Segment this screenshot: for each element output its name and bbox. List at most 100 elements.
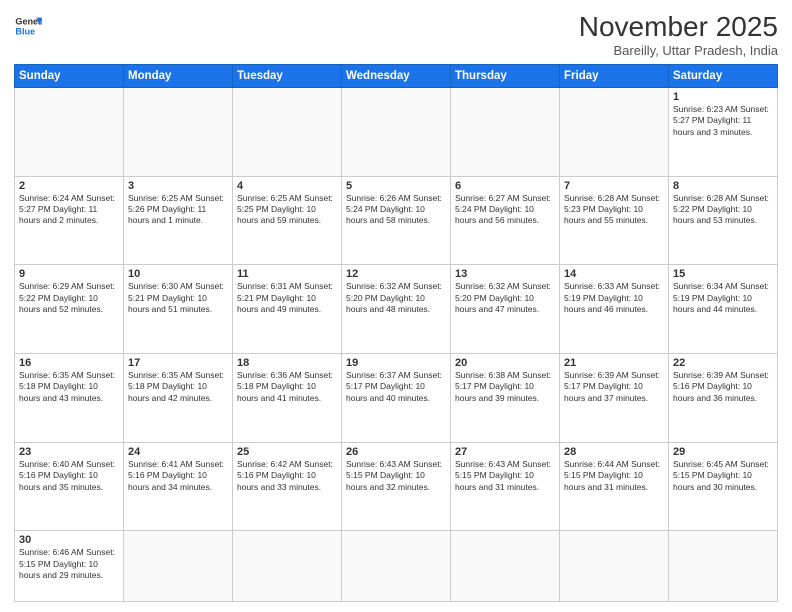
calendar-cell: 8Sunrise: 6:28 AM Sunset: 5:22 PM Daylig… [669, 176, 778, 265]
calendar-cell [124, 87, 233, 176]
weekday-header-wednesday: Wednesday [342, 64, 451, 87]
calendar-cell: 2Sunrise: 6:24 AM Sunset: 5:27 PM Daylig… [15, 176, 124, 265]
day-info: Sunrise: 6:24 AM Sunset: 5:27 PM Dayligh… [19, 193, 119, 227]
day-number: 14 [564, 268, 664, 280]
calendar-cell [124, 531, 233, 602]
page: General Blue November 2025 Bareilly, Utt… [0, 0, 792, 612]
day-number: 5 [346, 180, 446, 192]
month-title: November 2025 [579, 12, 778, 43]
calendar-table: SundayMondayTuesdayWednesdayThursdayFrid… [14, 64, 778, 602]
calendar-cell: 12Sunrise: 6:32 AM Sunset: 5:20 PM Dayli… [342, 265, 451, 354]
calendar-cell: 30Sunrise: 6:46 AM Sunset: 5:15 PM Dayli… [15, 531, 124, 602]
calendar-cell: 7Sunrise: 6:28 AM Sunset: 5:23 PM Daylig… [560, 176, 669, 265]
day-number: 11 [237, 268, 337, 280]
day-info: Sunrise: 6:44 AM Sunset: 5:15 PM Dayligh… [564, 459, 664, 493]
day-info: Sunrise: 6:26 AM Sunset: 5:24 PM Dayligh… [346, 193, 446, 227]
calendar-cell: 18Sunrise: 6:36 AM Sunset: 5:18 PM Dayli… [233, 353, 342, 442]
day-info: Sunrise: 6:41 AM Sunset: 5:16 PM Dayligh… [128, 459, 228, 493]
day-number: 16 [19, 357, 119, 369]
calendar-cell: 11Sunrise: 6:31 AM Sunset: 5:21 PM Dayli… [233, 265, 342, 354]
day-info: Sunrise: 6:38 AM Sunset: 5:17 PM Dayligh… [455, 370, 555, 404]
weekday-header-thursday: Thursday [451, 64, 560, 87]
day-info: Sunrise: 6:46 AM Sunset: 5:15 PM Dayligh… [19, 547, 119, 581]
calendar-cell: 10Sunrise: 6:30 AM Sunset: 5:21 PM Dayli… [124, 265, 233, 354]
calendar-cell: 25Sunrise: 6:42 AM Sunset: 5:16 PM Dayli… [233, 442, 342, 531]
day-number: 18 [237, 357, 337, 369]
calendar-week-row: 1Sunrise: 6:23 AM Sunset: 5:27 PM Daylig… [15, 87, 778, 176]
day-number: 3 [128, 180, 228, 192]
day-info: Sunrise: 6:40 AM Sunset: 5:16 PM Dayligh… [19, 459, 119, 493]
calendar-cell: 9Sunrise: 6:29 AM Sunset: 5:22 PM Daylig… [15, 265, 124, 354]
calendar-cell [342, 87, 451, 176]
day-number: 8 [673, 180, 773, 192]
calendar-cell [233, 531, 342, 602]
location-subtitle: Bareilly, Uttar Pradesh, India [579, 43, 778, 58]
day-number: 15 [673, 268, 773, 280]
day-number: 2 [19, 180, 119, 192]
calendar-cell: 23Sunrise: 6:40 AM Sunset: 5:16 PM Dayli… [15, 442, 124, 531]
day-number: 7 [564, 180, 664, 192]
svg-text:Blue: Blue [15, 26, 35, 36]
day-number: 23 [19, 446, 119, 458]
day-number: 21 [564, 357, 664, 369]
calendar-cell: 19Sunrise: 6:37 AM Sunset: 5:17 PM Dayli… [342, 353, 451, 442]
day-info: Sunrise: 6:39 AM Sunset: 5:16 PM Dayligh… [673, 370, 773, 404]
day-info: Sunrise: 6:28 AM Sunset: 5:23 PM Dayligh… [564, 193, 664, 227]
day-number: 26 [346, 446, 446, 458]
calendar-week-row: 16Sunrise: 6:35 AM Sunset: 5:18 PM Dayli… [15, 353, 778, 442]
weekday-header-saturday: Saturday [669, 64, 778, 87]
calendar-cell [15, 87, 124, 176]
day-number: 17 [128, 357, 228, 369]
calendar-week-row: 2Sunrise: 6:24 AM Sunset: 5:27 PM Daylig… [15, 176, 778, 265]
day-info: Sunrise: 6:27 AM Sunset: 5:24 PM Dayligh… [455, 193, 555, 227]
calendar-cell: 5Sunrise: 6:26 AM Sunset: 5:24 PM Daylig… [342, 176, 451, 265]
calendar-cell: 26Sunrise: 6:43 AM Sunset: 5:15 PM Dayli… [342, 442, 451, 531]
day-info: Sunrise: 6:31 AM Sunset: 5:21 PM Dayligh… [237, 281, 337, 315]
calendar-cell [233, 87, 342, 176]
day-info: Sunrise: 6:32 AM Sunset: 5:20 PM Dayligh… [346, 281, 446, 315]
calendar-week-row: 23Sunrise: 6:40 AM Sunset: 5:16 PM Dayli… [15, 442, 778, 531]
day-info: Sunrise: 6:36 AM Sunset: 5:18 PM Dayligh… [237, 370, 337, 404]
day-info: Sunrise: 6:45 AM Sunset: 5:15 PM Dayligh… [673, 459, 773, 493]
calendar-cell: 4Sunrise: 6:25 AM Sunset: 5:25 PM Daylig… [233, 176, 342, 265]
calendar-cell: 21Sunrise: 6:39 AM Sunset: 5:17 PM Dayli… [560, 353, 669, 442]
day-number: 30 [19, 534, 119, 546]
day-info: Sunrise: 6:29 AM Sunset: 5:22 PM Dayligh… [19, 281, 119, 315]
day-info: Sunrise: 6:35 AM Sunset: 5:18 PM Dayligh… [19, 370, 119, 404]
day-info: Sunrise: 6:25 AM Sunset: 5:25 PM Dayligh… [237, 193, 337, 227]
calendar-cell: 14Sunrise: 6:33 AM Sunset: 5:19 PM Dayli… [560, 265, 669, 354]
day-number: 13 [455, 268, 555, 280]
day-number: 20 [455, 357, 555, 369]
logo: General Blue [14, 12, 42, 40]
calendar-week-row: 30Sunrise: 6:46 AM Sunset: 5:15 PM Dayli… [15, 531, 778, 602]
day-info: Sunrise: 6:28 AM Sunset: 5:22 PM Dayligh… [673, 193, 773, 227]
calendar-header-row: SundayMondayTuesdayWednesdayThursdayFrid… [15, 64, 778, 87]
day-info: Sunrise: 6:39 AM Sunset: 5:17 PM Dayligh… [564, 370, 664, 404]
calendar-cell: 13Sunrise: 6:32 AM Sunset: 5:20 PM Dayli… [451, 265, 560, 354]
calendar-week-row: 9Sunrise: 6:29 AM Sunset: 5:22 PM Daylig… [15, 265, 778, 354]
day-number: 4 [237, 180, 337, 192]
calendar-cell: 27Sunrise: 6:43 AM Sunset: 5:15 PM Dayli… [451, 442, 560, 531]
day-info: Sunrise: 6:30 AM Sunset: 5:21 PM Dayligh… [128, 281, 228, 315]
calendar-cell: 15Sunrise: 6:34 AM Sunset: 5:19 PM Dayli… [669, 265, 778, 354]
day-number: 1 [673, 91, 773, 103]
calendar-cell [451, 531, 560, 602]
calendar-cell [451, 87, 560, 176]
day-info: Sunrise: 6:43 AM Sunset: 5:15 PM Dayligh… [455, 459, 555, 493]
day-info: Sunrise: 6:43 AM Sunset: 5:15 PM Dayligh… [346, 459, 446, 493]
weekday-header-tuesday: Tuesday [233, 64, 342, 87]
calendar-cell: 6Sunrise: 6:27 AM Sunset: 5:24 PM Daylig… [451, 176, 560, 265]
day-number: 9 [19, 268, 119, 280]
calendar-cell: 3Sunrise: 6:25 AM Sunset: 5:26 PM Daylig… [124, 176, 233, 265]
day-number: 27 [455, 446, 555, 458]
day-info: Sunrise: 6:33 AM Sunset: 5:19 PM Dayligh… [564, 281, 664, 315]
day-number: 25 [237, 446, 337, 458]
day-number: 24 [128, 446, 228, 458]
day-info: Sunrise: 6:23 AM Sunset: 5:27 PM Dayligh… [673, 104, 773, 138]
day-number: 19 [346, 357, 446, 369]
day-number: 12 [346, 268, 446, 280]
weekday-header-monday: Monday [124, 64, 233, 87]
calendar-cell: 28Sunrise: 6:44 AM Sunset: 5:15 PM Dayli… [560, 442, 669, 531]
title-block: November 2025 Bareilly, Uttar Pradesh, I… [579, 12, 778, 58]
day-number: 6 [455, 180, 555, 192]
